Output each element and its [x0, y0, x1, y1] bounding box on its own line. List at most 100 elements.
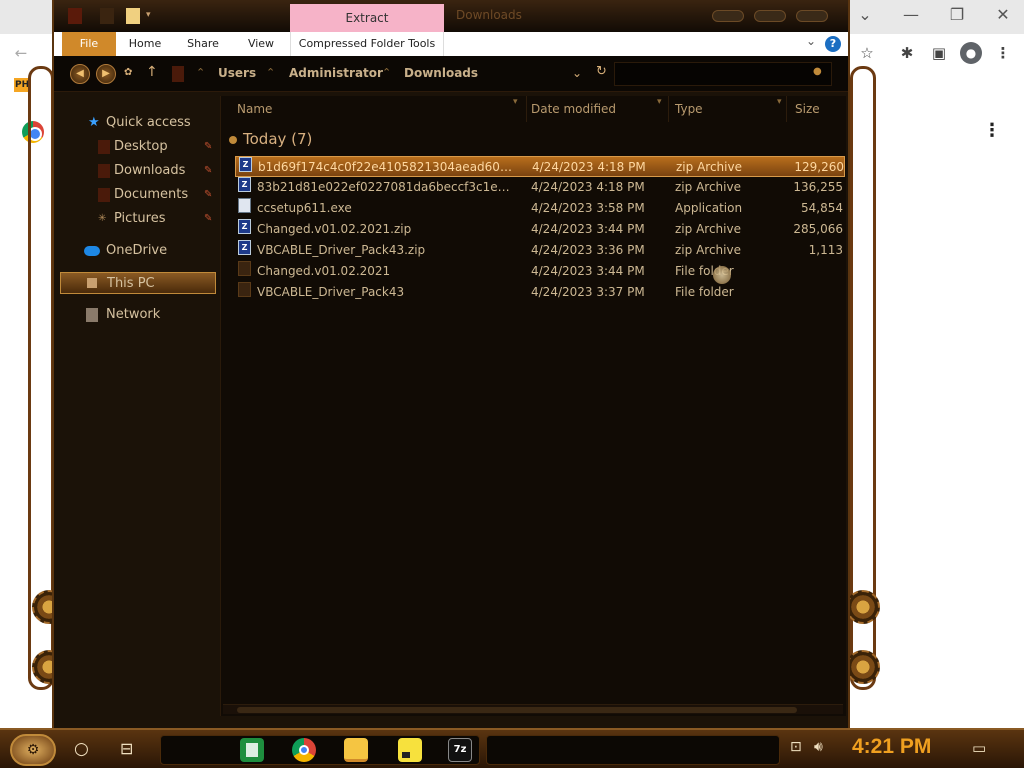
documents-icon [98, 188, 110, 202]
star-icon: ★ [88, 115, 100, 130]
start-button[interactable]: ⚙ [10, 734, 56, 766]
tab-view[interactable]: View [236, 32, 286, 56]
taskbar-app-tray [160, 735, 480, 765]
computer-icon [87, 278, 97, 288]
tab-compressed-folder-tools[interactable]: Compressed Folder Tools [290, 32, 444, 56]
zip-file-icon: Z [238, 219, 251, 234]
customize-quick-access-icon[interactable]: ▾ [146, 10, 156, 26]
zip-file-icon: Z [238, 240, 251, 255]
menu-icon[interactable]: ⋮ [992, 42, 1014, 64]
account-icon[interactable]: ● [960, 42, 982, 64]
breadcrumb-separator: ⌃ [382, 66, 392, 79]
file-date: 4/24/2023 3:36 PM [531, 243, 645, 257]
sort-arrow-icon: ▾ [657, 97, 662, 107]
page-menu-icon[interactable]: ⋮ [983, 120, 1001, 141]
network-icon [86, 308, 98, 322]
minimize-icon[interactable]: — [888, 4, 934, 26]
file-row[interactable]: Z b1d69f174c4c0f22e4105821304aead6069207… [235, 156, 845, 177]
file-row[interactable]: VBCABLE_Driver_Pack43 4/24/2023 3:37 PM … [235, 282, 845, 303]
star-icon[interactable]: ☆ [856, 42, 878, 64]
tab-home[interactable]: Home [120, 32, 170, 56]
nav-network[interactable]: Network [60, 304, 216, 326]
collapse-icon [229, 136, 237, 144]
search-icon: ● [813, 66, 822, 77]
file-name: ccsetup611.exe [257, 201, 352, 215]
breadcrumb-downloads[interactable]: Downloads [404, 66, 478, 80]
sticky-notes-icon[interactable] [398, 738, 422, 762]
file-name: Changed.v01.02.2021 [257, 264, 391, 278]
side-panel-icon[interactable]: ▣ [928, 42, 950, 64]
zip-file-icon: Z [238, 177, 251, 192]
back-arrow-icon[interactable]: ← [10, 42, 32, 64]
file-row[interactable]: Z 83b21d81e022ef0227081da6beccf3c1ef262.… [235, 177, 845, 198]
breadcrumb-administrator[interactable]: Administrator [289, 66, 383, 80]
folder-icon [238, 261, 251, 276]
search-input[interactable]: ● [614, 62, 832, 86]
nav-this-pc[interactable]: This PC [60, 272, 216, 294]
nav-onedrive[interactable]: OneDrive [60, 240, 216, 262]
cloud-icon [84, 246, 100, 256]
nav-desktop[interactable]: Desktop ✎ [60, 136, 216, 158]
nav-pictures[interactable]: ✳ Pictures ✎ [60, 208, 216, 230]
breadcrumb-users[interactable]: Users [218, 66, 256, 80]
help-icon[interactable]: ? [825, 36, 841, 52]
forward-button[interactable]: ▶ [96, 64, 116, 84]
column-header-date[interactable]: Date modified [531, 96, 669, 122]
breadcrumb-separator: ⌃ [266, 66, 276, 79]
tab-share[interactable]: Share [178, 32, 228, 56]
network-tray-icon[interactable]: ⊡ [790, 739, 802, 755]
close-icon[interactable]: ✕ [980, 4, 1024, 26]
notification-icon[interactable]: ▭ [972, 739, 986, 757]
refresh-icon[interactable]: ↻ [596, 64, 607, 79]
file-row[interactable]: ccsetup611.exe 4/24/2023 3:58 PM Applica… [235, 198, 845, 219]
group-header[interactable]: Today (7) [229, 130, 312, 148]
horizontal-scrollbar[interactable] [223, 704, 843, 714]
task-view-icon[interactable]: ⊟ [120, 739, 133, 758]
file-row[interactable]: Changed.v01.02.2021 4/24/2023 3:44 PM Fi… [235, 261, 845, 282]
volume-icon[interactable]: 🔊︎ [814, 739, 823, 755]
expand-ribbon-icon[interactable]: ⌄ [806, 34, 816, 48]
pin-icon: ✎ [204, 213, 213, 224]
recent-locations-icon[interactable]: ✿ [124, 67, 132, 78]
close-button[interactable] [796, 10, 828, 22]
file-list: Name ▾ Date modified ▾ Type ▾ Size Today… [220, 96, 846, 716]
file-row[interactable]: Z Changed.v01.02.2021.zip 4/24/2023 3:44… [235, 219, 845, 240]
taskbar-clock[interactable]: 4:21 PM [852, 735, 931, 759]
sort-arrow-icon: ▾ [777, 97, 782, 107]
extensions-icon[interactable]: ✱ [896, 42, 918, 64]
search-circle-icon[interactable]: ○ [74, 739, 89, 759]
file-type: zip Archive [675, 180, 741, 194]
up-arrow-icon[interactable]: ↑ [146, 64, 158, 80]
contextual-tab-extract[interactable]: Extract [290, 4, 444, 32]
column-header-type[interactable]: Type [675, 96, 787, 122]
chrome-icon[interactable] [292, 738, 316, 762]
file-date: 4/24/2023 4:18 PM [532, 160, 646, 174]
properties-icon[interactable] [100, 8, 114, 24]
scrollbar-thumb[interactable] [237, 707, 797, 713]
file-explorer-icon[interactable] [344, 738, 368, 762]
file-type: zip Archive [675, 222, 741, 236]
file-row[interactable]: Z VBCABLE_Driver_Pack43.zip 4/24/2023 3:… [235, 240, 845, 261]
ribbon: File Home Share View Compressed Folder T… [54, 32, 848, 56]
minimize-button[interactable] [712, 10, 744, 22]
restore-icon[interactable]: ❐ [934, 4, 980, 26]
maximize-button[interactable] [754, 10, 786, 22]
nav-documents[interactable]: Documents ✎ [60, 184, 216, 206]
sheets-icon[interactable] [240, 738, 264, 762]
tab-file[interactable]: File [62, 32, 116, 56]
file-name: VBCABLE_Driver_Pack43.zip [257, 243, 426, 257]
back-button[interactable]: ◀ [70, 64, 90, 84]
file-date: 4/24/2023 3:37 PM [531, 285, 645, 299]
nav-quick-access[interactable]: ★ Quick access [60, 112, 216, 134]
column-header-name[interactable]: Name [237, 96, 527, 122]
new-folder-icon[interactable] [126, 8, 140, 24]
file-date: 4/24/2023 4:18 PM [531, 180, 645, 194]
folder-icon [238, 282, 251, 297]
column-header-size[interactable]: Size [795, 96, 843, 122]
7zip-icon[interactable]: 7z [448, 738, 472, 762]
chevron-down-icon[interactable]: ⌄ [572, 66, 582, 80]
navigation-pane: ★ Quick access Desktop ✎ Downloads ✎ Doc… [60, 96, 216, 716]
mouse-cursor-icon [713, 266, 731, 284]
downloads-folder-icon [98, 164, 110, 178]
nav-downloads[interactable]: Downloads ✎ [60, 160, 216, 182]
